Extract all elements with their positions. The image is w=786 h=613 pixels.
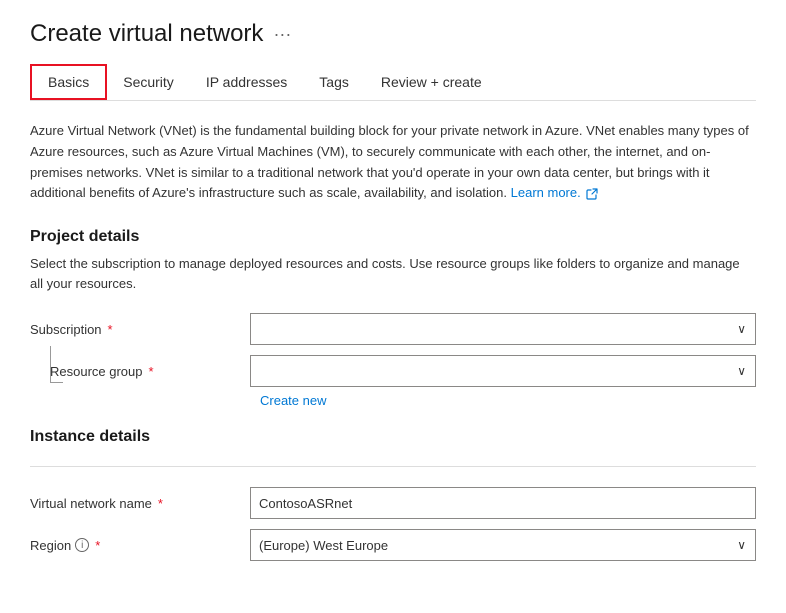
virtual-network-name-row: Virtual network name* [30, 487, 756, 519]
resource-group-control-wrapper [250, 355, 756, 387]
tab-tags[interactable]: Tags [303, 64, 365, 100]
learn-more-link[interactable]: Learn more. [511, 185, 599, 200]
tab-basics[interactable]: Basics [30, 64, 107, 100]
project-details-title: Project details [30, 228, 756, 246]
region-control-wrapper: (Europe) West Europe [250, 529, 756, 561]
resource-group-select-wrapper [250, 355, 756, 387]
vnet-name-required-star: * [158, 496, 163, 511]
region-required-star: * [95, 538, 100, 553]
instance-details-title: Instance details [30, 428, 756, 446]
region-label: Region i * [30, 538, 250, 553]
description-text: Azure Virtual Network (VNet) is the fund… [30, 123, 749, 200]
region-select-wrapper: (Europe) West Europe [250, 529, 756, 561]
subscription-required-star: * [108, 322, 113, 337]
subscription-control-wrapper [250, 313, 756, 345]
region-select[interactable]: (Europe) West Europe [250, 529, 756, 561]
tab-review-create[interactable]: Review + create [365, 64, 498, 100]
region-row: Region i * (Europe) West Europe [30, 529, 756, 561]
resource-group-select[interactable] [250, 355, 756, 387]
description-block: Azure Virtual Network (VNet) is the fund… [30, 121, 756, 204]
page-header: Create virtual network ··· [30, 20, 756, 48]
resource-group-required-star: * [149, 364, 154, 379]
subscription-select[interactable] [250, 313, 756, 345]
subscription-label: Subscription* [30, 322, 250, 337]
tab-ip-addresses[interactable]: IP addresses [190, 64, 303, 100]
region-info-icon[interactable]: i [75, 538, 89, 552]
resource-group-label-wrapper: Resource group* [50, 364, 250, 379]
subscription-row: Subscription* [30, 313, 756, 345]
virtual-network-name-control-wrapper [250, 487, 756, 519]
resource-group-row: Resource group* [30, 355, 756, 387]
section-divider [30, 466, 756, 467]
page-title: Create virtual network [30, 20, 263, 48]
more-options-icon[interactable]: ··· [273, 24, 291, 45]
virtual-network-name-label: Virtual network name* [30, 496, 250, 511]
subscription-select-wrapper [250, 313, 756, 345]
project-details-description: Select the subscription to manage deploy… [30, 254, 756, 293]
tabs-nav: Basics Security IP addresses Tags Review… [30, 64, 756, 101]
virtual-network-name-input[interactable] [250, 487, 756, 519]
tab-security[interactable]: Security [107, 64, 190, 100]
create-new-link[interactable]: Create new [260, 393, 756, 408]
external-link-icon [586, 188, 598, 200]
